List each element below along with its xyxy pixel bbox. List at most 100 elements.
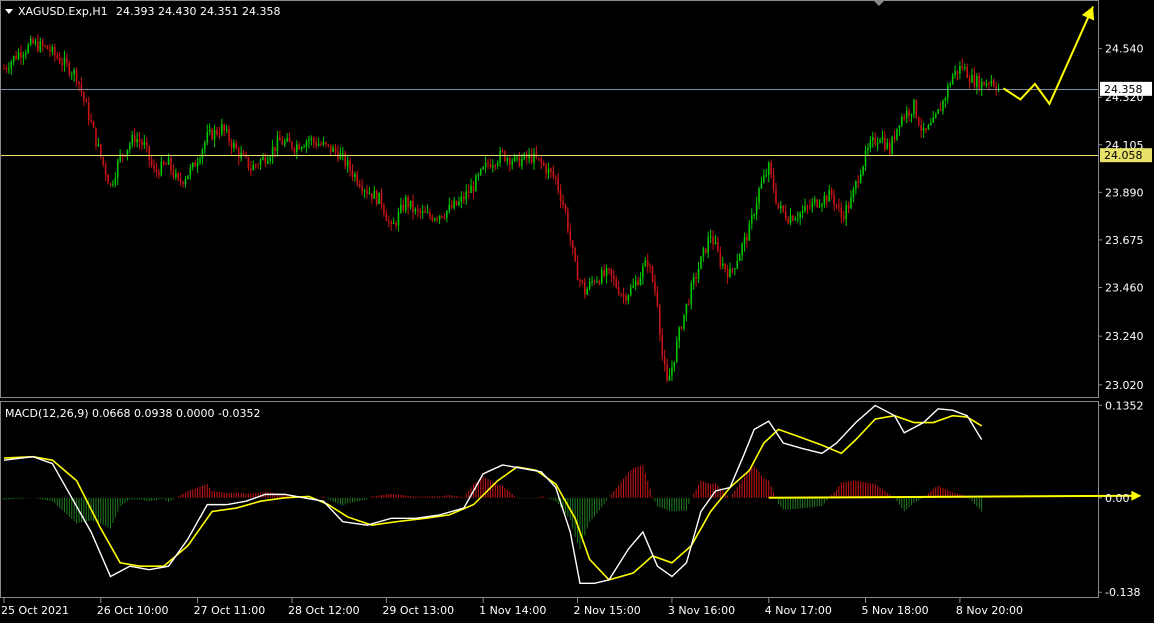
candle-body (707, 237, 710, 253)
candle-body (898, 125, 901, 129)
candle-body (414, 208, 417, 212)
candle-body (436, 218, 438, 220)
candle-body (985, 83, 988, 86)
candle-body (438, 215, 441, 219)
candle-body (937, 109, 939, 114)
candle-body (380, 192, 383, 205)
candle-body (683, 314, 685, 329)
candle-body (922, 128, 925, 131)
candle-body (949, 84, 952, 86)
candle-body (116, 160, 119, 178)
candle-body (702, 248, 705, 257)
candle-body (49, 49, 51, 52)
candle-body (826, 195, 828, 202)
candle-body (782, 205, 785, 212)
candle-body (80, 84, 83, 92)
candle-body (622, 294, 625, 297)
price-axis-label: 23.675 (1105, 234, 1144, 247)
candle-body (126, 149, 129, 156)
candle-body (830, 189, 833, 195)
candle-body (726, 269, 729, 278)
candle-body (813, 199, 816, 203)
candle-body (158, 171, 160, 176)
candle-body (511, 161, 513, 165)
candle-body (859, 174, 862, 183)
candle-body (656, 291, 659, 306)
candle-body (424, 211, 426, 213)
candle-body (112, 183, 114, 185)
candle-body (155, 169, 158, 172)
candle-body (550, 168, 552, 172)
candle-body (395, 222, 397, 226)
candle-body (114, 177, 117, 184)
candle-body (608, 268, 610, 270)
chart-canvas[interactable]: XAGUSD.Exp,H1 24.393 24.430 24.351 24.35… (0, 0, 1154, 619)
candle-body (593, 281, 596, 283)
macd-axis-label: 0.00 (1105, 492, 1130, 505)
candle-body (206, 131, 209, 143)
candle-body (571, 240, 574, 249)
candle-body (262, 156, 264, 160)
candle-body (717, 242, 719, 252)
candle-body (729, 268, 731, 278)
candle-body (547, 168, 550, 174)
candle-body (871, 137, 874, 141)
candle-body (109, 183, 112, 185)
candle-body (153, 165, 155, 170)
candle-body (988, 83, 990, 85)
candle-body (233, 143, 235, 148)
candle-body (816, 199, 818, 207)
candle-body (61, 63, 63, 65)
candle-body (746, 236, 748, 241)
candle-body (930, 122, 932, 126)
candle-body (639, 277, 642, 285)
candle-body (588, 281, 591, 289)
candle-body (5, 68, 8, 70)
candle-body (920, 125, 922, 131)
candle-body (230, 141, 233, 148)
chart-container[interactable]: XAGUSD.Exp,H1 24.393 24.430 24.351 24.35… (0, 0, 1154, 619)
candle-body (874, 137, 876, 145)
candle-body (349, 160, 351, 171)
candle-body (421, 211, 424, 213)
candle-body (494, 165, 497, 167)
candle-body (598, 281, 601, 284)
candle-body (668, 375, 671, 381)
candle-body (886, 142, 889, 149)
candle-body (189, 167, 192, 176)
candle-body (942, 100, 944, 111)
candle-body (281, 140, 284, 145)
candle-body (87, 102, 90, 121)
candle-body (908, 110, 910, 116)
candle-body (78, 81, 80, 85)
time-axis-label: 26 Oct 10:00 (97, 604, 169, 617)
candle-body (581, 280, 584, 283)
candle-body (504, 151, 506, 161)
candle-body (351, 170, 354, 177)
candle-body (545, 165, 547, 174)
candle-body (58, 58, 61, 64)
candle-body (777, 202, 780, 209)
time-axis-label: 25 Oct 2021 (1, 604, 69, 617)
chart-shift-marker-icon[interactable] (873, 0, 885, 6)
candle-body (329, 144, 332, 153)
candle-body (714, 242, 717, 245)
candle-body (835, 204, 838, 206)
candle-body (453, 200, 455, 208)
candle-body (342, 152, 344, 154)
candle-body (150, 159, 153, 166)
candle-body (419, 210, 422, 213)
candle-body (129, 144, 131, 150)
candle-body (279, 137, 281, 141)
candle-body (12, 56, 15, 62)
candle-body (659, 305, 661, 335)
candle-body (54, 46, 56, 56)
candle-body (823, 195, 826, 205)
candle-body (625, 296, 627, 301)
candle-body (685, 303, 688, 315)
candle-body (690, 283, 693, 305)
collapse-triangle-icon[interactable] (5, 9, 13, 14)
candle-body (961, 65, 964, 69)
price-axis-label: 23.240 (1105, 330, 1144, 343)
candle-body (966, 66, 968, 79)
